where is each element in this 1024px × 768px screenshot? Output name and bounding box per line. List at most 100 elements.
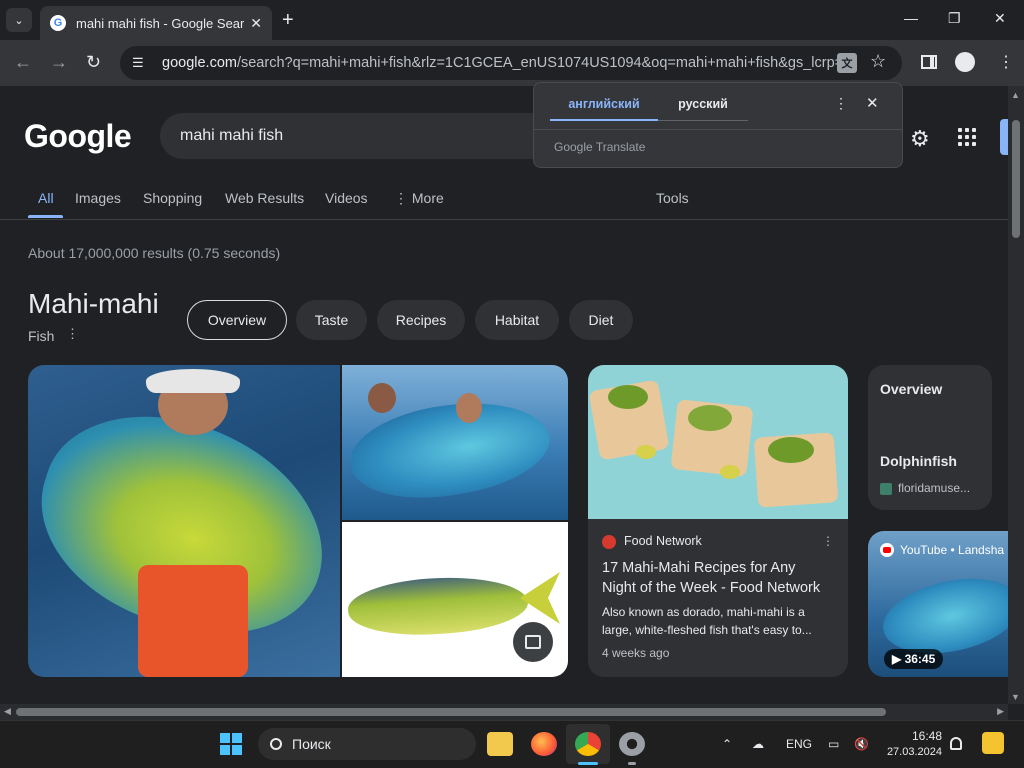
chrome-running-indicator [578, 762, 598, 765]
tab-search-dropdown-icon[interactable]: ⌄ [6, 8, 32, 32]
video-duration-label: 36:45 [904, 652, 936, 666]
taskbar-search-label: Поиск [292, 736, 331, 752]
chip-recipes[interactable]: Recipes [377, 300, 465, 340]
tab-shopping[interactable]: Shopping [143, 190, 202, 206]
clock-date[interactable]: 27.03.2024 [880, 746, 942, 758]
translate-options-icon[interactable]: ⋮ [834, 95, 848, 112]
video-duration: ▶ 36:45 [884, 649, 944, 669]
entity-title: Mahi-mahi [28, 288, 159, 319]
mahi-mahi-photo-boat[interactable] [342, 365, 568, 520]
recipe-source[interactable]: Food Network [624, 534, 702, 548]
recipe-description: Also known as dorado, mahi-mahi is a lar… [602, 605, 812, 637]
chip-overview[interactable]: Overview [187, 300, 287, 340]
file-explorer-icon[interactable] [487, 732, 513, 756]
scroll-left-icon[interactable]: ◀ [4, 706, 11, 717]
search-results-page: Google mahi mahi fish ⚙ All Images Shopp… [0, 86, 1008, 704]
restore-icon[interactable]: ❐ [948, 10, 961, 27]
bookmark-star-icon[interactable]: ☆ [870, 51, 886, 72]
vertical-scroll-thumb[interactable] [1012, 120, 1020, 238]
copilot-pre-icon[interactable] [982, 732, 1004, 754]
browser-menu-icon[interactable]: ⋮ [998, 52, 1014, 72]
horizontal-scrollbar[interactable]: ◀ ▶ [0, 704, 1008, 720]
scroll-up-icon[interactable]: ▲ [1011, 90, 1020, 100]
overview-source: floridamuse... [898, 481, 971, 495]
tools-button[interactable]: Tools [656, 190, 689, 206]
video-card[interactable]: YouTube • Landsha ▶ 36:45 [868, 531, 1008, 677]
search-icon [270, 738, 282, 750]
firefox-icon[interactable] [531, 732, 557, 756]
translate-active-indicator [550, 119, 658, 121]
scroll-right-icon[interactable]: ▶ [997, 706, 1004, 717]
youtube-icon [880, 543, 894, 557]
scroll-down-icon[interactable]: ▼ [1011, 692, 1020, 702]
recipe-card[interactable]: Food Network ⋮ 17 Mahi-Mahi Recipes for … [588, 365, 848, 677]
recipe-more-icon[interactable]: ⋮ [822, 534, 834, 548]
new-tab-icon[interactable]: + [282, 9, 294, 32]
address-bar[interactable]: ☰ google.com/search?q=mahi+mahi+fish&rlz… [120, 46, 902, 80]
google-logo[interactable]: Google [24, 118, 132, 155]
chip-taste[interactable]: Taste [296, 300, 367, 340]
overview-card[interactable]: Overview Dolphinfish floridamuse... [868, 365, 992, 510]
network-icon[interactable]: ▭ [828, 737, 839, 751]
profile-icon[interactable] [955, 52, 975, 72]
tab-title: mahi mahi fish - Google Search [76, 15, 245, 31]
input-language[interactable]: ENG [786, 737, 812, 751]
entity-subtitle: Fish [28, 328, 55, 344]
horizontal-scroll-thumb[interactable] [16, 708, 886, 716]
video-source: YouTube • Landsha [880, 543, 1004, 557]
image-viewer-icon[interactable] [513, 622, 553, 662]
overview-title: Overview [880, 381, 943, 397]
food-network-favicon-icon [602, 535, 616, 549]
active-tab-indicator [28, 215, 63, 218]
browser-tab[interactable]: G mahi mahi fish - Google Search ✕ [40, 6, 272, 40]
nav-divider [0, 219, 1008, 220]
volume-icon[interactable]: 🔇 [854, 737, 869, 751]
windows-start-icon[interactable] [220, 733, 242, 755]
tab-all[interactable]: All [38, 190, 54, 206]
recipe-age: 4 weeks ago [602, 646, 670, 660]
vertical-scrollbar[interactable]: ▲ ▼ [1008, 86, 1024, 704]
chip-diet[interactable]: Diet [569, 300, 633, 340]
chip-habitat[interactable]: Habitat [475, 300, 559, 340]
window-close-icon[interactable]: ✕ [994, 10, 1006, 27]
search-input[interactable]: mahi mahi fish [160, 113, 560, 159]
result-stats: About 17,000,000 results (0.75 seconds) [28, 245, 281, 261]
side-panel-icon[interactable] [921, 55, 937, 69]
overview-name: Dolphinfish [880, 453, 957, 469]
reload-icon[interactable]: ↻ [86, 52, 101, 73]
url-text: google.com/search?q=mahi+mahi+fish&rlz=1… [162, 55, 838, 71]
tab-more[interactable]: ⋮ More [394, 190, 444, 207]
tab-videos[interactable]: Videos [325, 190, 368, 206]
mahi-mahi-photo-main[interactable] [28, 365, 340, 677]
recipe-title[interactable]: 17 Mahi-Mahi Recipes for Any Night of th… [602, 558, 832, 598]
sign-in-button[interactable] [1000, 119, 1008, 155]
minimize-icon[interactable]: — [904, 10, 918, 26]
onedrive-icon[interactable]: ☁ [752, 737, 764, 751]
recipe-image [588, 365, 848, 519]
settings-app-icon[interactable] [619, 732, 645, 756]
translate-close-icon[interactable]: ✕ [866, 94, 879, 112]
forward-icon[interactable]: → [50, 52, 68, 73]
google-apps-icon[interactable] [958, 128, 976, 146]
tab-close-icon[interactable]: ✕ [250, 15, 262, 32]
settings-gear-icon[interactable]: ⚙ [910, 126, 930, 152]
translate-divider [534, 129, 902, 130]
site-info-icon[interactable]: ☰ [132, 55, 148, 71]
translate-target-language-tab[interactable]: русский [666, 97, 740, 111]
google-favicon-icon: G [50, 15, 66, 31]
tab-web-results[interactable]: Web Results [225, 190, 304, 206]
chrome-icon[interactable] [575, 732, 601, 756]
notifications-icon[interactable] [950, 737, 962, 750]
video-source-label: YouTube • Landsha [900, 543, 1005, 557]
tray-overflow-icon[interactable]: ⌃ [722, 737, 732, 751]
translate-brand: Google Translate [554, 140, 646, 154]
settings-running-indicator [628, 762, 636, 765]
translate-icon[interactable]: 文 [837, 53, 857, 73]
clock-time[interactable]: 16:48 [880, 729, 942, 743]
translate-source-language-tab[interactable]: английский [550, 97, 658, 111]
tab-images[interactable]: Images [75, 190, 121, 206]
entity-more-icon[interactable]: ⋮ [66, 326, 79, 342]
taskbar-search[interactable]: Поиск [258, 728, 476, 760]
back-icon[interactable]: ← [14, 52, 32, 73]
translate-popup: английский русский ⋮ ✕ Google Translate [533, 82, 903, 168]
